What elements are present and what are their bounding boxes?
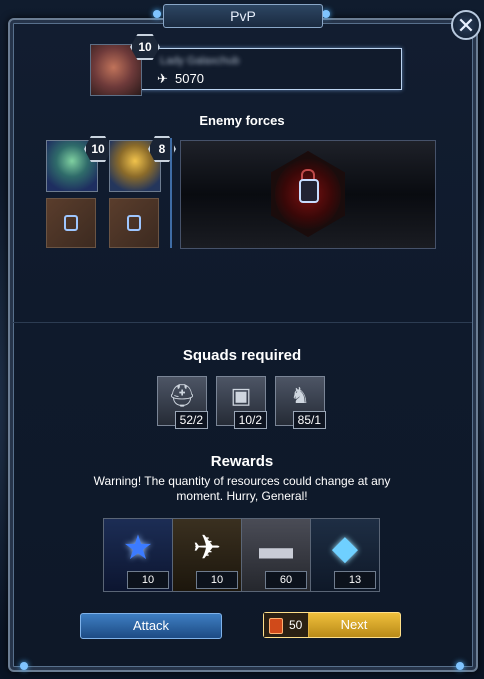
- player-name: Lady Galaxchub: [160, 55, 240, 67]
- next-cost: 50: [264, 613, 309, 637]
- reward-slot[interactable]: ▬ 60: [241, 518, 311, 592]
- corner-light-icon: [20, 662, 28, 670]
- reward-slot[interactable]: ★ 10: [103, 518, 173, 592]
- ticket-icon: [269, 618, 283, 634]
- rewards-title: Rewards: [210, 453, 274, 470]
- reward-count: 60: [265, 571, 307, 589]
- dialog-title: PvP: [163, 4, 323, 28]
- reward-slot[interactable]: ✈ 10: [172, 518, 242, 592]
- reward-count: 10: [196, 571, 238, 589]
- infantry-helmet-icon: ⛑: [168, 383, 196, 409]
- metal-ingot-icon: ▬: [259, 528, 293, 567]
- eagle-icon: ✈: [157, 71, 168, 86]
- squad-count: 52/2: [174, 411, 208, 429]
- red-lock-icon: [299, 179, 319, 203]
- enemy-preview: [180, 140, 436, 249]
- squad-slot[interactable]: ♞ 85/1: [275, 376, 326, 429]
- corner-light-icon: [456, 662, 464, 670]
- lock-icon: [127, 215, 141, 231]
- reward-slot[interactable]: ◆ 13: [310, 518, 380, 592]
- next-button-label: Next: [340, 617, 368, 632]
- blue-star-icon: ★: [122, 528, 154, 567]
- corner-light-icon: [153, 10, 161, 18]
- player-score: 5070: [175, 71, 204, 86]
- reward-count: 10: [127, 571, 169, 589]
- close-icon[interactable]: ✕: [451, 10, 481, 40]
- next-cost-value: 50: [289, 618, 303, 632]
- mech-walker-icon: ♞: [290, 383, 310, 409]
- enemy-forces-title: Enemy forces: [199, 113, 285, 128]
- rewards-warning: Warning! The quantity of resources could…: [93, 474, 391, 503]
- corner-light-icon: [322, 10, 330, 18]
- armor-vest-icon: ▣: [230, 383, 252, 409]
- squad-slot[interactable]: ⛑ 52/2: [157, 376, 208, 429]
- next-button[interactable]: 50 Next: [263, 612, 401, 638]
- lock-icon: [64, 215, 78, 231]
- squad-count: 85/1: [292, 411, 326, 429]
- squad-slot[interactable]: ▣ 10/2: [216, 376, 267, 429]
- section-divider: [12, 322, 472, 323]
- locked-hero-slot: [109, 198, 159, 248]
- divider-line: [170, 138, 172, 248]
- reward-count: 13: [334, 571, 376, 589]
- attack-button[interactable]: Attack: [80, 613, 222, 639]
- locked-hero-slot: [46, 198, 96, 248]
- squad-count: 10/2: [233, 411, 267, 429]
- eagle-icon: ✈: [192, 528, 222, 567]
- squads-title: Squads required: [182, 347, 302, 364]
- blue-crystal-icon: ◆: [331, 528, 359, 567]
